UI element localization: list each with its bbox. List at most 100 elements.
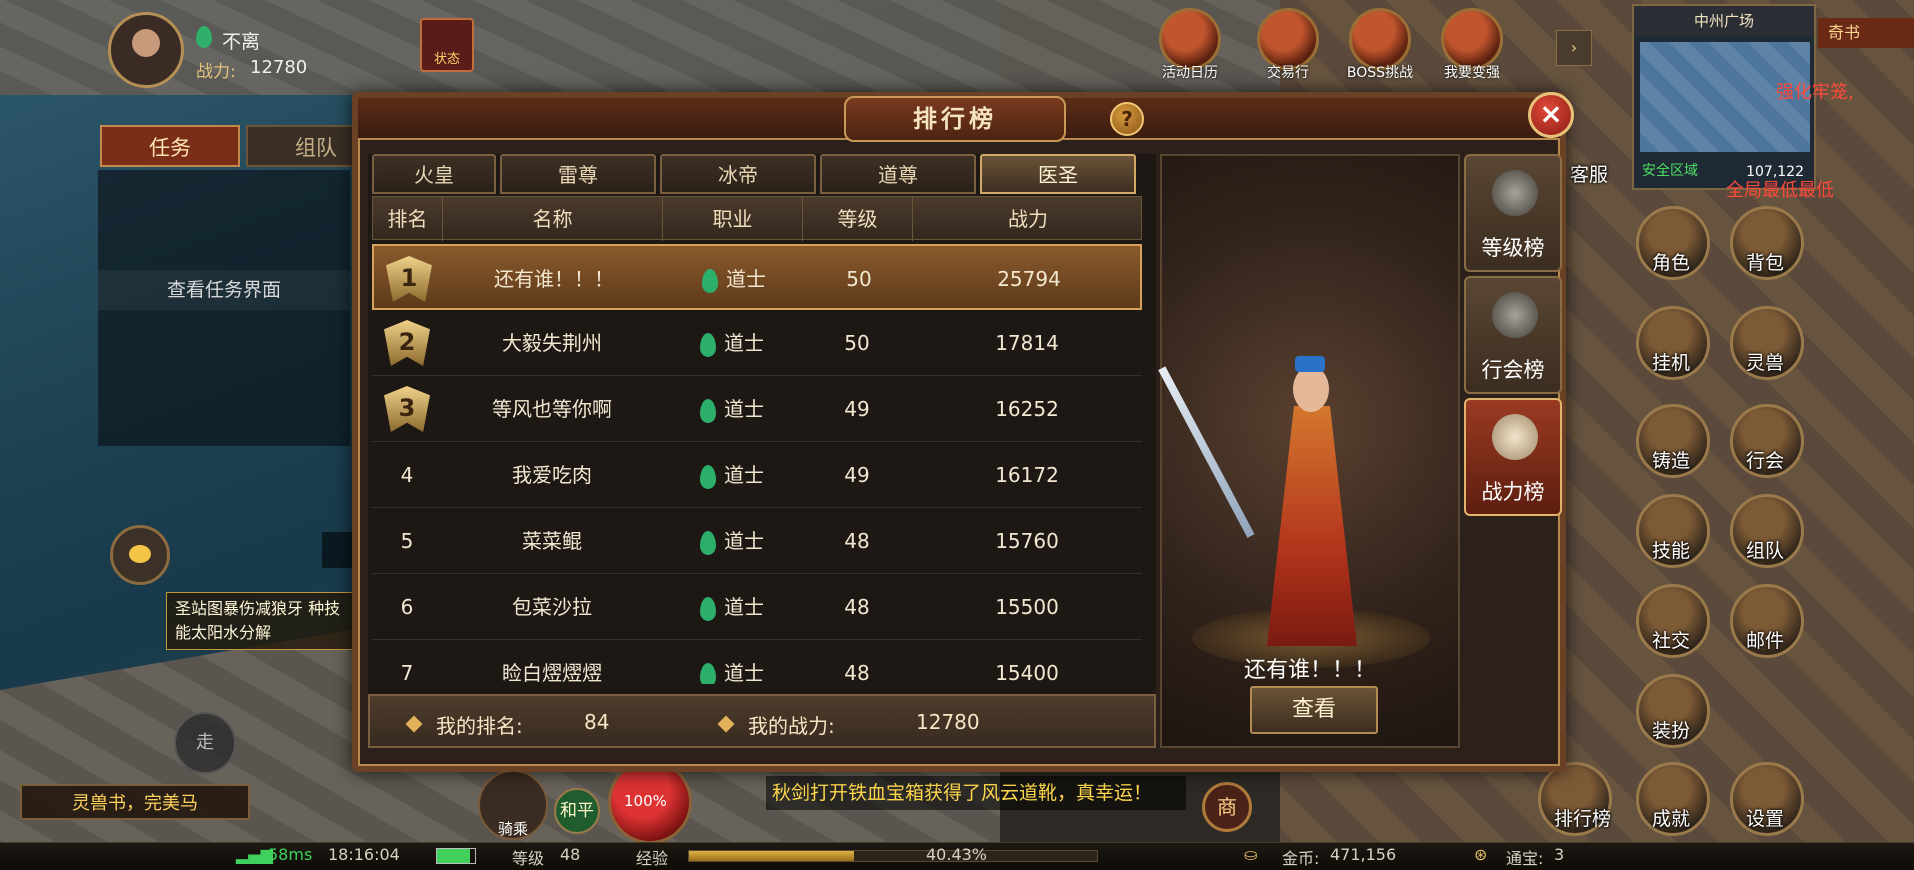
system-message: 秋剑打开铁血宝箱获得了风云道靴，真幸运！ [766, 776, 1186, 810]
level-cell: 48 [844, 595, 870, 619]
rank-medal-icon: 1 [386, 256, 432, 302]
class-cell: 道士 [662, 442, 802, 508]
boss-icon [1349, 8, 1411, 70]
rank-cell: 7 [400, 661, 414, 684]
hp-percent: 100% [624, 792, 667, 810]
player-avatar[interactable] [108, 12, 184, 88]
shop-button[interactable]: 商 [1202, 782, 1252, 832]
tab-class-1[interactable]: 雷尊 [500, 154, 656, 194]
my-power-value: 12780 [916, 710, 980, 734]
my-rank-value: 84 [584, 710, 610, 734]
character-model [1158, 356, 1367, 646]
class-tabs: 火皇 雷尊 冰帝 道尊 医圣 [372, 154, 1136, 194]
daoist-drop-icon [700, 596, 716, 621]
name-cell: 菜菜鲲 [522, 529, 582, 553]
name-cell: 等风也等你啊 [492, 397, 612, 421]
character-robe [1267, 406, 1357, 646]
daoist-drop-icon [700, 662, 716, 684]
level-label: 等级 [512, 849, 545, 868]
power-cell: 15500 [995, 595, 1059, 619]
table-row[interactable]: 5 菜菜鲲 道士 48 15760 [372, 508, 1142, 574]
daoist-drop-icon [700, 332, 716, 357]
class-cell: 道士 [662, 310, 802, 376]
activity-calendar-label: 活动日历 [1162, 65, 1218, 81]
tab-class-4[interactable]: 医圣 [980, 154, 1136, 194]
table-row[interactable]: 6 包菜沙拉 道士 48 15500 [372, 574, 1142, 640]
scroll-hint-text: 圣站图暴伤减狼牙 种技能太阳水分解 [166, 592, 362, 650]
boss-challenge-label: BOSS挑战 [1346, 65, 1414, 81]
tab-class-2[interactable]: 冰帝 [660, 154, 816, 194]
guild-rank-button[interactable]: 行会榜 [1464, 276, 1562, 394]
trade-button[interactable]: 交易行 [1248, 8, 1328, 82]
table-row[interactable]: 3 等风也等你啊 道士 49 16252 [372, 376, 1142, 442]
boss-challenge-button[interactable]: BOSS挑战 [1340, 8, 1420, 82]
mail-menu-label: 邮件 [1746, 630, 1785, 652]
battery-icon [436, 848, 476, 864]
tab-class-0[interactable]: 火皇 [372, 154, 496, 194]
quick-book-button[interactable]: 奇书 [1818, 18, 1914, 48]
power-cell: 16172 [995, 463, 1059, 487]
sword [1158, 366, 1255, 538]
calendar-icon [1159, 8, 1221, 70]
level-cell: 49 [844, 463, 870, 487]
chat-icon[interactable] [110, 525, 170, 585]
level-rank-button[interactable]: 等级榜 [1464, 154, 1562, 272]
level-value: 48 [560, 845, 581, 864]
coupon-label: 通宝: [1506, 849, 1544, 868]
achievement-menu-label: 成就 [1652, 808, 1691, 830]
exp-bar-fill [689, 851, 854, 861]
table-row[interactable]: 1 还有谁！！！ 道士 50 25794 [372, 244, 1142, 310]
table-header: 排名 名称 职业 等级 战力 [372, 196, 1142, 241]
player-power-label: 战力: [196, 62, 236, 82]
ping-value: 58ms [268, 845, 313, 864]
name-cell: 大毅失荆州 [502, 331, 602, 355]
class-text: 道士 [724, 397, 764, 421]
auto-menu-label: 挂机 [1652, 352, 1691, 374]
clock: 18:16:04 [328, 845, 400, 864]
minimap-zone: 安全区域 [1642, 163, 1698, 179]
character-menu-label: 角色 [1652, 252, 1691, 274]
table-row[interactable]: 7 睑白熤熤熤 道士 48 15400 [372, 640, 1142, 684]
class-drop-icon [196, 26, 212, 48]
tab-tasks[interactable]: 任务 [100, 125, 240, 167]
col-level: 等级 [803, 197, 913, 241]
quest-strip[interactable]: 灵兽书，完美马 [20, 784, 250, 820]
close-button[interactable]: × [1528, 92, 1574, 138]
get-stronger-button[interactable]: 我要变强 [1432, 8, 1512, 82]
col-power: 战力 [1008, 207, 1048, 231]
power-cell: 15400 [995, 661, 1059, 684]
help-icon[interactable]: ? [1110, 102, 1144, 136]
power-rank-button[interactable]: 战力榜 [1464, 398, 1562, 516]
tab-class-3[interactable]: 道尊 [820, 154, 976, 194]
guild-rank-label: 行会榜 [1481, 358, 1545, 382]
right-notice-right: 全局最低最低 [1726, 180, 1834, 201]
table-row[interactable]: 4 我爱吃肉 道士 49 16172 [372, 442, 1142, 508]
power-cell: 25794 [997, 267, 1061, 291]
status-button[interactable]: 状态 [420, 18, 474, 72]
exp-bar [688, 850, 1098, 862]
rank-medal-icon: 2 [384, 320, 430, 366]
daoist-drop-icon [702, 268, 718, 293]
beast-menu-label: 灵兽 [1746, 352, 1785, 374]
ranking-rows: 1 还有谁！！！ 道士 50 25794 2 大毅失荆州 道士 50 17814 3 等风也等你啊 道士… [372, 244, 1142, 684]
walk-button[interactable]: 走 [174, 712, 236, 774]
fist-icon [1441, 8, 1503, 70]
view-task-button[interactable]: 查看任务界面 [98, 270, 350, 310]
pk-mode-button[interactable]: 和平 [554, 788, 600, 834]
selected-player-name: 还有谁！！！ [1243, 658, 1376, 683]
view-button[interactable]: 查看 [1250, 686, 1378, 734]
power-rank-label: 战力榜 [1481, 480, 1545, 504]
class-text: 道士 [724, 331, 764, 355]
chevron-right-icon[interactable]: › [1556, 30, 1592, 66]
class-text: 道士 [724, 661, 764, 684]
activity-calendar-button[interactable]: 活动日历 [1150, 8, 1230, 82]
level-cell: 50 [846, 267, 872, 291]
ranking-dialog: 排行榜 ? × G 火皇 雷尊 冰帝 道尊 医圣 排名 名称 职业 等级 战力 … [352, 92, 1574, 772]
table-row[interactable]: 2 大毅失荆州 道士 50 17814 [372, 310, 1142, 376]
gold-label: 金币: [1282, 849, 1320, 868]
gold-value: 471,156 [1330, 845, 1397, 864]
class-text: 道士 [724, 463, 764, 487]
bag-menu-label: 背包 [1746, 252, 1785, 274]
customer-service-label[interactable]: 客服 [1570, 160, 1608, 187]
class-text: 道士 [726, 267, 766, 291]
